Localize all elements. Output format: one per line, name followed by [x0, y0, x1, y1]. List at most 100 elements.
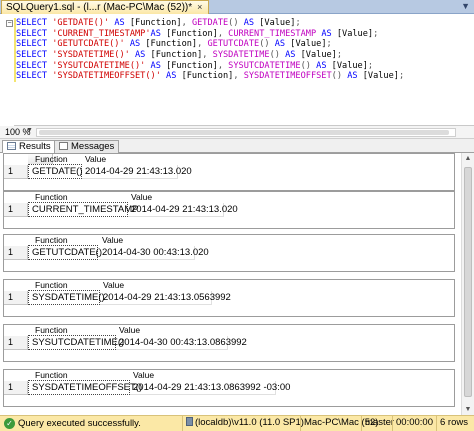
cell-function[interactable]: SYSUTCDATETIME() — [28, 335, 124, 350]
tab-messages[interactable]: Messages — [54, 140, 120, 153]
code-token: () — [300, 60, 317, 71]
code-token: [Function] — [166, 60, 218, 71]
result-grid-4[interactable]: Function Value 1 SYSDATETIME() 2014-04-2… — [3, 279, 455, 317]
code-token: AS — [160, 71, 182, 82]
code-token: GETDATE — [191, 18, 229, 28]
code-token: () — [228, 18, 244, 28]
query-editor[interactable]: − SELECT 'GETDATE()' AS [Function], GETD… — [0, 14, 474, 126]
code-token: SELECT — [16, 39, 53, 50]
column-header-value[interactable]: Value — [116, 325, 206, 336]
code-line[interactable]: SELECT 'GETDATE()' AS [Function], GETDAT… — [16, 18, 404, 29]
cell-function[interactable]: GETUTCDATE() — [28, 245, 102, 260]
code-token: [Value] — [300, 50, 337, 61]
column-header-value[interactable]: Value — [82, 154, 172, 165]
code-token: 'SYSDATETIMEOFFSET()' — [52, 71, 161, 82]
results-vertical-scrollbar[interactable]: ▲ ▼ — [461, 153, 474, 415]
code-token: , — [233, 71, 244, 82]
code-token: , — [202, 50, 213, 61]
cell-value[interactable]: 2014-04-30 00:43:13.0863992 — [116, 336, 247, 350]
cell-value[interactable]: 2014-04-29 21:43:13.020 — [128, 203, 238, 217]
tab-results[interactable]: Results — [2, 140, 56, 154]
close-tab-icon[interactable]: × — [197, 2, 202, 12]
code-token: () — [331, 71, 348, 82]
code-token: AS — [243, 18, 260, 28]
results-pane: Function Value 1 GETDATE() 2014-04-29 21… — [0, 153, 461, 415]
row-number[interactable]: 1 — [4, 203, 28, 217]
code-token: () — [259, 39, 275, 50]
code-token: 'SYSDATETIME()' — [52, 50, 130, 61]
code-token: , — [217, 60, 229, 71]
result-grid-2[interactable]: Function Value 1 CURRENT_TIMESTAMP 2014-… — [3, 191, 455, 229]
result-grid-3[interactable]: Function Value 1 GETUTCDATE() 2014-04-30… — [3, 234, 455, 272]
result-grid-5[interactable]: Function Value 1 SYSUTCDATETIME() 2014-0… — [3, 324, 455, 362]
code-token: 'GETUTCDATE()' — [52, 39, 125, 50]
code-token: [Function] — [129, 18, 182, 28]
cell-function[interactable]: GETDATE() — [28, 164, 83, 179]
result-grid-6[interactable]: Function Value 1 SYSDATETIMEOFFSET() 201… — [3, 369, 455, 407]
code-token: SELECT — [16, 28, 53, 39]
code-token: ; — [326, 39, 332, 50]
status-server: (localdb)\v11.0 (11.0 SP1) — [182, 416, 307, 431]
code-token: ; — [295, 18, 301, 28]
code-token: , — [197, 39, 208, 50]
code-line[interactable]: SELECT 'SYSUTCDATETIME()' AS [Function],… — [16, 61, 404, 72]
column-header-value[interactable]: Value — [130, 370, 220, 381]
column-header-value[interactable]: Value — [99, 235, 189, 246]
code-token: AS — [109, 18, 130, 28]
code-line[interactable]: SELECT 'CURRENT_TIMESTAMP'AS [Function],… — [16, 29, 404, 40]
code-token: , — [181, 18, 192, 28]
code-token: 'GETDATE()' — [52, 18, 110, 28]
scroll-up-icon[interactable]: ▲ — [464, 155, 472, 162]
document-tab-title: SQLQuery1.sql - (l...r (Mac-PC\Mac (52))… — [6, 2, 193, 13]
code-token: 'SYSUTCDATETIME()' — [52, 60, 146, 71]
cell-function[interactable]: CURRENT_TIMESTAMP — [28, 202, 138, 217]
scroll-down-icon[interactable]: ▼ — [464, 406, 472, 413]
results-grid-icon — [7, 142, 16, 150]
cell-function[interactable]: SYSDATETIMEOFFSET() — [28, 380, 142, 395]
code-lines[interactable]: SELECT 'GETDATE()' AS [Function], GETDAT… — [16, 18, 404, 82]
code-token: [Value] — [290, 39, 327, 50]
success-check-icon: ✓ — [4, 418, 15, 429]
column-header-value[interactable]: Value — [128, 192, 218, 203]
code-token: SELECT — [16, 71, 53, 82]
code-line[interactable]: SELECT 'GETUTCDATE()' AS [Function], GET… — [16, 39, 404, 50]
code-token: SELECT — [16, 60, 53, 71]
cell-value[interactable]: 2014-04-30 00:43:13.020 — [99, 246, 209, 260]
row-number[interactable]: 1 — [4, 165, 28, 179]
cell-value[interactable]: 2014-04-29 21:43:13.0563992 — [100, 291, 231, 305]
result-grid-1[interactable]: Function Value 1 GETDATE() 2014-04-29 21… — [3, 153, 455, 191]
status-row-count: 6 rows — [436, 416, 471, 431]
code-token: AS — [274, 39, 291, 50]
code-token: ; — [373, 28, 379, 39]
code-token: ; — [367, 60, 374, 71]
result-tabs: Results Messages — [0, 139, 474, 154]
row-number[interactable]: 1 — [4, 381, 28, 395]
cell-function[interactable]: SYSDATETIME() — [28, 290, 105, 305]
code-token: [Function] — [181, 71, 234, 82]
code-line[interactable]: SELECT 'SYSDATETIME()' AS [Function], SY… — [16, 50, 404, 61]
code-token: () — [269, 50, 286, 61]
column-header-value[interactable]: Value — [100, 280, 190, 291]
row-number[interactable]: 1 — [4, 246, 28, 260]
cell-value[interactable]: 2014-04-29 21:43:13.0863992 -03:00 — [130, 381, 290, 395]
code-token: AS — [124, 39, 146, 50]
code-token: CURRENT_TIMESTAMP — [228, 28, 317, 39]
cell-value[interactable]: 2014-04-29 21:43:13.020 — [82, 165, 192, 179]
row-number[interactable]: 1 — [4, 336, 28, 350]
collapse-region-icon[interactable]: − — [6, 20, 13, 27]
code-line[interactable]: SELECT 'SYSDATETIMEOFFSET()' AS [Functio… — [16, 71, 404, 82]
document-tab-strip: SQLQuery1.sql - (l...r (Mac-PC\Mac (52))… — [0, 0, 474, 14]
status-message: Query executed successfully. — [18, 418, 141, 429]
tab-list-dropdown-icon[interactable]: ▼ — [461, 1, 470, 11]
editor-horizontal-scrollbar[interactable] — [36, 128, 456, 137]
status-bar: ✓ Query executed successfully. (localdb)… — [0, 415, 474, 431]
scrollbar-thumb[interactable] — [464, 167, 472, 397]
document-tab-sqlquery1[interactable]: SQLQuery1.sql - (l...r (Mac-PC\Mac (52))… — [1, 0, 210, 14]
row-number[interactable]: 1 — [4, 291, 28, 305]
server-icon — [186, 417, 193, 426]
scrollbar-thumb[interactable] — [39, 130, 449, 135]
code-token: SYSDATETIME — [212, 50, 270, 61]
code-token: AS — [129, 50, 151, 61]
code-token: , — [217, 28, 229, 39]
zoom-dropdown-icon[interactable]: ▼ — [26, 127, 33, 134]
